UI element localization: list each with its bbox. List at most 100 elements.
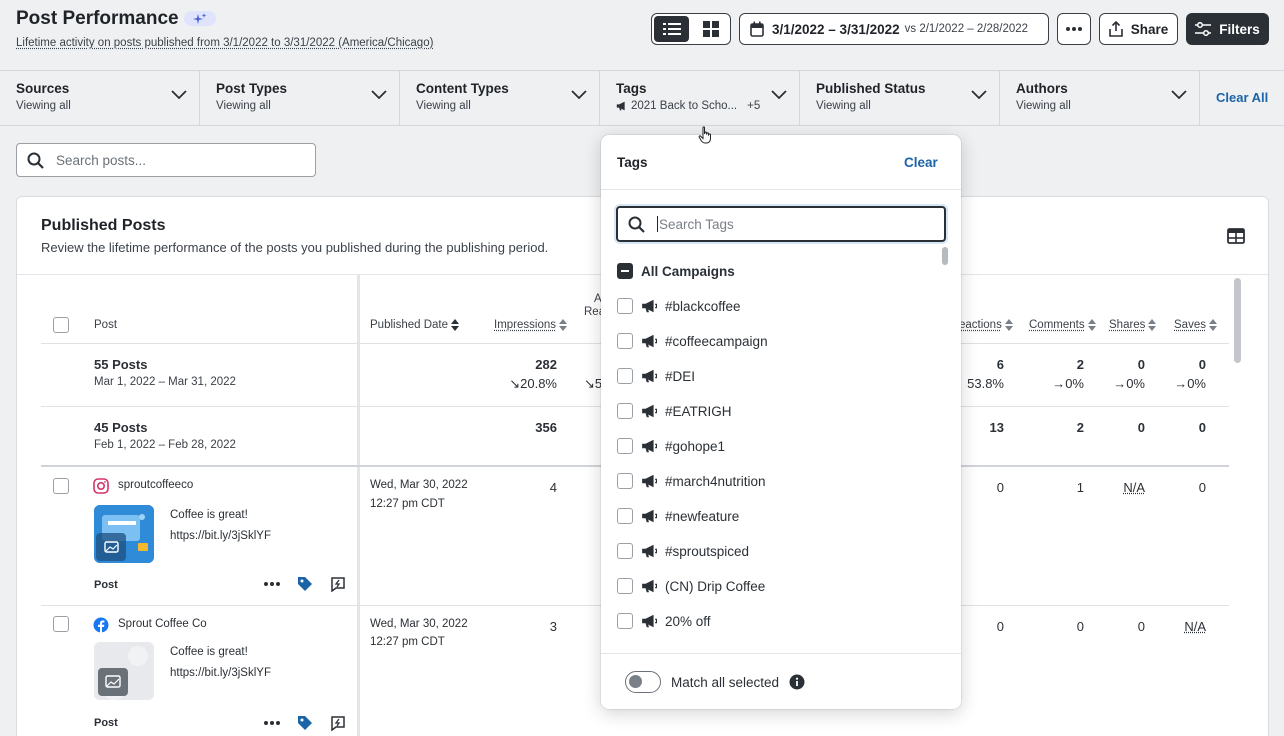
column-header-shares[interactable]: Shares (1109, 319, 1157, 331)
tag-option[interactable]: #gohope1 (617, 436, 725, 456)
page-subtitle: Lifetime activity on posts published fro… (16, 37, 434, 49)
column-header-reactions[interactable]: eactions (959, 319, 1013, 331)
chevron-down-icon (971, 90, 987, 100)
ellipsis-icon[interactable] (264, 582, 280, 586)
filter-content-types[interactable]: Content Types Viewing all (400, 71, 600, 126)
summary-reactions: 6 (996, 357, 1004, 372)
tag-checkbox[interactable] (617, 613, 633, 629)
tag-checkbox[interactable] (617, 578, 633, 594)
filter-authors[interactable]: Authors Viewing all (1000, 71, 1200, 126)
ai-sparkle-badge[interactable] (184, 11, 216, 26)
post-account-name[interactable]: sproutcoffeeco (118, 479, 193, 491)
match-all-row: Match all selected (625, 671, 805, 693)
tag-option[interactable]: #EATRIGH (617, 401, 732, 421)
tag-search-input[interactable] (659, 216, 909, 232)
tag-icon[interactable] (297, 715, 313, 731)
filter-value: Viewing all (416, 100, 471, 112)
summary-comments-change: →0% (1052, 376, 1084, 391)
filter-tags[interactable]: Tags 2021 Back to Scho... +5 (600, 71, 800, 126)
post-type-label: Post (94, 717, 118, 729)
post-comments: 0 (1076, 619, 1084, 634)
column-header-saves[interactable]: Saves (1174, 319, 1217, 331)
dropdown-clear-link[interactable]: Clear (904, 155, 938, 170)
post-text: Coffee is great! (170, 646, 248, 658)
tag-checkbox[interactable] (617, 473, 633, 489)
filter-label: Post Types (216, 81, 288, 96)
tag-checkbox[interactable] (617, 438, 633, 454)
match-all-label: Match all selected (671, 674, 780, 690)
post-thumbnail[interactable] (94, 505, 154, 563)
sort-icon (1208, 319, 1217, 331)
tag-option[interactable]: #sproutspiced (617, 541, 749, 561)
post-link[interactable]: https://bit.ly/3jSklYF (170, 530, 271, 542)
tag-list-scrollbar[interactable] (939, 245, 953, 646)
list-view-button[interactable] (654, 16, 689, 42)
share-button[interactable]: Share (1099, 13, 1178, 45)
row-checkbox[interactable] (53, 478, 69, 494)
table-settings-icon[interactable] (1227, 228, 1245, 244)
summary-saves: 0 (1198, 420, 1206, 435)
megaphone-icon (642, 579, 657, 593)
row-checkbox[interactable] (53, 616, 69, 632)
grid-view-button[interactable] (693, 16, 728, 42)
list-icon (662, 23, 681, 35)
column-header-comments[interactable]: Comments (1029, 319, 1096, 331)
tag-checkbox[interactable] (617, 298, 633, 314)
tag-list-scrollbar-thumb[interactable] (942, 247, 948, 265)
post-link[interactable]: https://bit.ly/3jSklYF (170, 667, 271, 679)
tag-checkbox[interactable] (617, 368, 633, 384)
tag-option[interactable]: #blackcoffee (617, 296, 741, 316)
tag-checkbox[interactable] (617, 508, 633, 524)
page-title: Post Performance (16, 8, 179, 29)
clear-all-link[interactable]: Clear All (1216, 90, 1268, 105)
filter-sources[interactable]: Sources Viewing all (0, 71, 200, 126)
megaphone-icon (642, 509, 657, 523)
indeterminate-checkbox[interactable] (617, 263, 633, 279)
info-icon[interactable] (789, 674, 805, 690)
summary-reach-change-fragment: ↘5 (584, 376, 603, 391)
date-range-picker[interactable]: 3/1/2022 – 3/31/2022 vs 2/1/2022 – 2/28/… (739, 13, 1049, 45)
chevron-down-icon (371, 90, 387, 100)
reply-bubble-icon[interactable] (330, 576, 346, 592)
summary-date-range: Feb 1, 2022 – Feb 28, 2022 (94, 439, 236, 451)
filter-label: Tags (616, 81, 647, 96)
table-scrollbar-thumb[interactable] (1234, 278, 1241, 363)
chevron-down-icon (571, 90, 587, 100)
tag-checkbox[interactable] (617, 403, 633, 419)
search-posts-input[interactable]: Search posts... (16, 143, 316, 177)
tag-search-field[interactable] (616, 206, 946, 242)
ellipsis-icon[interactable] (264, 721, 280, 725)
tag-checkbox[interactable] (617, 543, 633, 559)
column-header-published-date[interactable]: Published Date (370, 319, 459, 331)
filter-published-status[interactable]: Published Status Viewing all (800, 71, 1000, 126)
filters-label: Filters (1219, 21, 1260, 37)
match-all-toggle[interactable] (625, 671, 661, 693)
tag-checkbox[interactable] (617, 333, 633, 349)
share-label: Share (1130, 21, 1169, 37)
post-thumbnail[interactable] (94, 642, 154, 700)
megaphone-icon (642, 544, 657, 558)
select-all-checkbox[interactable] (53, 317, 69, 333)
post-saves: N/A (1184, 619, 1206, 634)
page-header: Post Performance Lifetime activity on po… (0, 0, 1284, 70)
tag-option[interactable]: #newfeature (617, 506, 739, 526)
megaphone-icon (642, 404, 657, 418)
post-account-name[interactable]: Sprout Coffee Co (118, 618, 207, 630)
filters-button[interactable]: Filters (1186, 13, 1269, 45)
post-shares: N/A (1123, 480, 1145, 495)
tag-option[interactable]: 20% off (617, 611, 711, 631)
reply-bubble-icon[interactable] (330, 715, 346, 731)
more-options-button[interactable] (1057, 13, 1091, 45)
tag-icon[interactable] (297, 576, 313, 592)
tag-option-all-campaigns[interactable]: All Campaigns (617, 261, 735, 281)
tag-option[interactable]: #march4nutrition (617, 471, 766, 491)
card-subtitle: Review the lifetime performance of the p… (41, 240, 549, 255)
filter-post-types[interactable]: Post Types Viewing all (200, 71, 400, 126)
tag-option[interactable]: #coffeecampaign (617, 331, 768, 351)
summary-post-count: 55 Posts (94, 357, 148, 372)
tag-option[interactable]: (CN) Drip Coffee (617, 576, 765, 596)
tag-option[interactable]: #DEI (617, 366, 695, 386)
hand-cursor-icon (698, 126, 711, 144)
megaphone-icon (616, 101, 625, 111)
column-header-impressions[interactable]: Impressions (494, 319, 567, 331)
